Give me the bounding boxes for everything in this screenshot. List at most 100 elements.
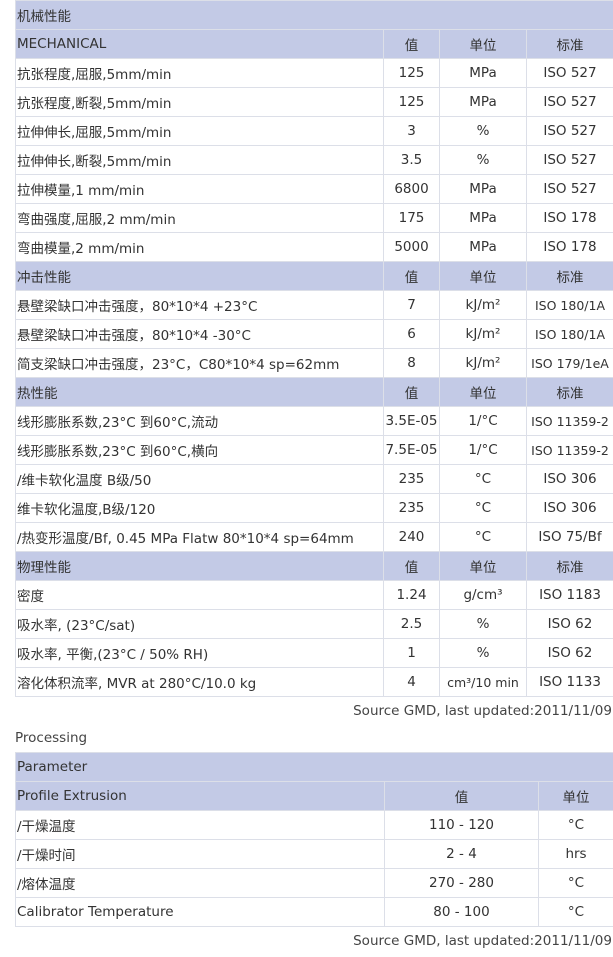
parameter-value: 270 - 280 [384,868,539,898]
section-name: 冲击性能 [15,261,384,291]
property-standard: ISO 1133 [526,667,613,697]
property-name: 吸水率, (23°C/sat) [15,609,384,639]
property-value: 5000 [383,232,440,262]
table-row: 悬壁梁缺口冲击强度，80*10*4 -30°C 6 kJ/m² ISO 180/1A [15,319,613,349]
property-standard: ISO 306 [526,464,613,494]
table-row: 弯曲模量,2 mm/min 5000 MPa ISO 178 [15,232,613,262]
section-name: MECHANICAL [15,29,384,59]
property-name: 溶化体积流率, MVR at 280°C/10.0 kg [15,667,384,697]
property-value: 125 [383,87,440,117]
property-name: 维卡软化温度,B级/120 [15,493,384,523]
property-standard: ISO 527 [526,58,613,88]
property-value: 125 [383,58,440,88]
property-unit: °C [439,464,527,494]
property-name: 简支梁缺口冲击强度，23°C，C80*10*4 sp=62mm [15,348,384,378]
property-value: 235 [383,464,440,494]
property-name: /热变形温度/Bf, 0.45 MPa Flatw 80*10*4 sp=64m… [15,522,384,552]
section-name: 热性能 [15,377,384,407]
section-header-row: 冲击性能值单位 标准 [15,261,613,291]
property-standard: ISO 11359-2 [526,406,613,436]
value-column-header: 值 [383,551,440,581]
properties-title-row: 机械性能 [15,0,613,30]
property-name: 弯曲模量,2 mm/min [15,232,384,262]
property-name: 拉伸模量,1 mm/min [15,174,384,204]
property-standard: ISO 75/Bf [526,522,613,552]
section-header-row: 热性能值单位 标准 [15,377,613,407]
standard-column-header: 标准 [526,29,613,59]
property-standard: ISO 527 [526,87,613,117]
value-column-header: 值 [383,29,440,59]
parameter-unit: °C [537,897,613,927]
table-row: 线形膨胀系数,23°C 到60°C,横向 7.5E-05 1/°C ISO 11359… [15,435,613,465]
property-standard: ISO 180/1A [526,319,613,349]
standard-column-header: 标准 [526,551,613,581]
unit-column-header: 单位 [439,377,527,407]
property-value: 8 [383,348,440,378]
parameter-value: 2 - 4 [384,839,539,869]
property-value: 6 [383,319,440,349]
property-name: 密度 [15,580,384,610]
section-header-row: 物理性能值单位 标准 [15,551,613,581]
properties-title: 机械性能 [15,0,613,30]
property-standard: ISO 306 [526,493,613,523]
table-row: 弯曲强度,屈服,2 mm/min 175 MPa ISO 178 [15,203,613,233]
parameter-value: 110 - 120 [384,810,539,840]
value-column-header: 值 [383,261,440,291]
property-unit: MPa [439,58,527,88]
property-name: 抗张程度,断裂,5mm/min [15,87,384,117]
property-unit: kJ/m² [439,319,527,349]
property-standard: ISO 179/1eA [526,348,613,378]
property-name: 线形膨胀系数,23°C 到60°C,横向 [15,435,384,465]
property-value: 4 [383,667,440,697]
processing-source-note: Source GMD, last updated:2011/11/09 [353,933,612,949]
table-row: /干燥温度 110 - 120 °C [15,810,613,840]
property-unit: MPa [439,232,527,262]
unit-column-header: 单位 [439,261,527,291]
processing-subheader: Profile Extrusion [15,781,385,811]
property-value: 6800 [383,174,440,204]
table-row: 吸水率, (23°C/sat) 2.5% ISO 62 [15,609,613,639]
property-standard: ISO 180/1A [526,290,613,320]
property-unit: % [439,145,527,175]
unit-column-header: 单位 [439,29,527,59]
table-row: 抗张程度,屈服,5mm/min 125 MPa ISO 527 [15,58,613,88]
properties-source-note: Source GMD, last updated:2011/11/09 [353,703,612,719]
table-row: /热变形温度/Bf, 0.45 MPa Flatw 80*10*4 sp=64m… [15,522,613,552]
table-row: 拉伸伸长,屈服,5mm/min 3% ISO 527 [15,116,613,146]
table-row: Calibrator Temperature 80 - 100 °C [15,897,613,927]
standard-column-header: 标准 [526,377,613,407]
parameter-name: /熔体温度 [15,868,385,898]
table-row: 吸水率, 平衡,(23°C / 50% RH) 1% ISO 62 [15,638,613,668]
table-row: 抗张程度,断裂,5mm/min 125 MPa ISO 527 [15,87,613,117]
property-unit: MPa [439,174,527,204]
parameter-name: /干燥时间 [15,839,385,869]
property-name: 抗张程度,屈服,5mm/min [15,58,384,88]
property-name: /维卡软化温度 B级/50 [15,464,384,494]
property-standard: ISO 62 [526,609,613,639]
property-unit: % [439,638,527,668]
property-standard: ISO 178 [526,203,613,233]
property-value: 2.5 [383,609,440,639]
property-unit: cm³/10 min [439,667,527,697]
property-name: 悬壁梁缺口冲击强度，80*10*4 +23°C [15,290,384,320]
table-row: 简支梁缺口冲击强度，23°C，C80*10*4 sp=62mm 8 kJ/m² ISO… [15,348,613,378]
property-name: 拉伸伸长,断裂,5mm/min [15,145,384,175]
property-value: 3.5 [383,145,440,175]
parameter-unit: °C [537,810,613,840]
processing-parameter-header: Parameter [14,752,613,782]
property-value: 3.5E-05 [383,406,440,436]
property-name: 弯曲强度,屈服,2 mm/min [15,203,384,233]
processing-title: Processing [15,730,88,746]
processing-table: Parameter Profile Extrusion 值 单位 /干燥温度 11… [14,752,613,927]
property-value: 1.24 [383,580,440,610]
processing-value-header: 值 [384,781,539,811]
property-unit: MPa [439,87,527,117]
parameter-name: Calibrator Temperature [15,897,385,927]
parameter-value: 80 - 100 [384,897,539,927]
table-row: 拉伸模量,1 mm/min 6800 MPa ISO 527 [15,174,613,204]
table-row: /熔体温度 270 - 280 °C [15,868,613,898]
standard-column-header: 标准 [526,261,613,291]
unit-column-header: 单位 [439,551,527,581]
table-row: /干燥时间 2 - 4 hrs [15,839,613,869]
property-value: 175 [383,203,440,233]
